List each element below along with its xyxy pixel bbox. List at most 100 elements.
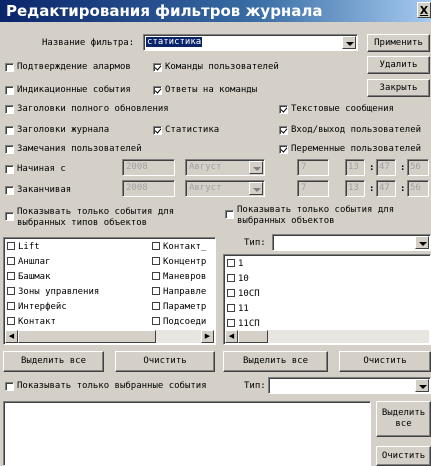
list-item[interactable]: Контакт_: [152, 241, 206, 253]
list-item[interactable]: Направле: [152, 286, 206, 298]
only-objects-label: Показывать только события для выбранных …: [237, 205, 395, 226]
start-minute-field[interactable]: 47: [376, 159, 396, 176]
full-update-headers-checkbox[interactable]: [5, 105, 14, 114]
list-item[interactable]: 10СП: [227, 288, 260, 300]
start-year-field[interactable]: 2008: [122, 159, 175, 176]
list-item[interactable]: Концентр: [152, 256, 206, 268]
user-commands-label: Команды пользователей: [165, 62, 279, 72]
user-commands-checkbox[interactable]: [153, 63, 162, 72]
start-hour-field[interactable]: 13: [345, 159, 365, 176]
variable-users-checkbox[interactable]: [279, 145, 288, 154]
horizontal-scrollbar[interactable]: ◀: [225, 330, 429, 343]
command-responses-checkbox[interactable]: [153, 86, 162, 95]
list-item[interactable]: Зоны управления: [7, 286, 99, 298]
checkbox-icon[interactable]: [152, 317, 160, 325]
end-month-value: Август: [189, 183, 222, 193]
clear-types-button[interactable]: Очистить: [115, 351, 215, 372]
chevron-down-icon[interactable]: [249, 161, 263, 174]
close-button[interactable]: Закрыть: [367, 79, 430, 97]
chevron-down-icon[interactable]: [249, 182, 263, 195]
full-update-headers-label: Заголовки полного обновления: [17, 104, 169, 114]
scroll-right-icon[interactable]: ▶: [201, 330, 214, 343]
objects-type-select[interactable]: [272, 234, 431, 251]
chevron-down-icon[interactable]: [415, 236, 429, 249]
time-separator: :: [400, 163, 406, 173]
list-item[interactable]: 11СП: [227, 318, 260, 330]
window-title: Редактирования фильтров журнала: [6, 2, 323, 20]
apply-button[interactable]: Применить: [367, 34, 430, 52]
checkbox-icon[interactable]: [152, 287, 160, 295]
only-types-checkbox[interactable]: [5, 212, 14, 221]
end-day-field[interactable]: 7: [297, 180, 329, 197]
close-window-button[interactable]: X: [417, 2, 431, 18]
scroll-thumb[interactable]: [238, 330, 268, 343]
end-month-select[interactable]: Август: [185, 180, 265, 197]
user-remarks-checkbox[interactable]: [5, 145, 14, 154]
checkbox-icon[interactable]: [7, 302, 15, 310]
journal-headers-checkbox[interactable]: [5, 126, 14, 135]
list-item[interactable]: Интерфейс: [7, 301, 67, 313]
checkbox-icon[interactable]: [7, 272, 15, 280]
select-all-objects-button[interactable]: Выделить все: [223, 351, 328, 372]
list-item[interactable]: 1: [227, 258, 243, 270]
scroll-left-icon[interactable]: ◀: [5, 330, 18, 343]
list-item[interactable]: 11: [227, 303, 249, 315]
checkbox-icon[interactable]: [227, 259, 235, 267]
horizontal-scrollbar[interactable]: ◀ ▶: [5, 330, 214, 343]
checkbox-icon[interactable]: [227, 274, 235, 282]
list-item[interactable]: Lift: [7, 241, 40, 253]
objects-list[interactable]: 1 10 10СП 11 11СП ◀: [223, 254, 431, 345]
only-selected-events-checkbox[interactable]: [5, 382, 14, 391]
select-all-types-button[interactable]: Выделить все: [3, 351, 104, 372]
checkbox-icon[interactable]: [227, 319, 235, 327]
text-messages-checkbox[interactable]: [279, 105, 288, 114]
checkbox-icon[interactable]: [7, 287, 15, 295]
list-item[interactable]: Подсоеди: [152, 316, 206, 328]
list-item[interactable]: Маневров: [152, 271, 206, 283]
end-minute-field[interactable]: 47: [376, 180, 396, 197]
start-second-field[interactable]: 56: [407, 159, 429, 176]
clear-events-button[interactable]: Очистить: [376, 446, 431, 466]
list-item[interactable]: Параметр: [152, 301, 206, 313]
list-item[interactable]: Аншлаг: [7, 256, 51, 268]
checkbox-icon[interactable]: [227, 304, 235, 312]
statistics-checkbox[interactable]: [153, 126, 162, 135]
only-objects-checkbox[interactable]: [225, 210, 234, 219]
checkbox-icon[interactable]: [152, 272, 160, 280]
events-type-label: Тип:: [244, 381, 266, 391]
events-type-select[interactable]: [268, 377, 431, 394]
list-item[interactable]: 10: [227, 273, 249, 285]
object-types-list[interactable]: Lift Контакт_ Аншлаг Концентр Башмак Ман…: [3, 237, 216, 345]
clear-objects-button[interactable]: Очистить: [339, 351, 431, 372]
alarm-confirm-label: Подтверждение алармов: [17, 62, 131, 72]
start-day-field[interactable]: 7: [297, 159, 329, 176]
indication-events-checkbox[interactable]: [5, 86, 14, 95]
user-login-checkbox[interactable]: [279, 126, 288, 135]
checkbox-icon[interactable]: [7, 242, 15, 250]
end-second-field[interactable]: 56: [407, 180, 429, 197]
list-item[interactable]: Башмак: [7, 271, 51, 283]
checkbox-icon[interactable]: [7, 257, 15, 265]
title-bar: Редактирования фильтров журнала X: [0, 0, 431, 22]
filter-name-combobox[interactable]: статистика: [143, 34, 358, 51]
select-all-events-button[interactable]: Выделить все: [376, 401, 431, 437]
user-login-label: Вход/выход пользователей: [291, 125, 422, 135]
checkbox-icon[interactable]: [152, 302, 160, 310]
chevron-down-icon[interactable]: [415, 379, 429, 392]
start-month-select[interactable]: Август: [185, 159, 265, 176]
end-date-checkbox[interactable]: [5, 186, 14, 195]
scroll-left-icon[interactable]: ◀: [225, 330, 238, 343]
delete-button[interactable]: Удалить: [367, 56, 430, 74]
scroll-thumb[interactable]: [18, 330, 156, 343]
end-hour-field[interactable]: 13: [345, 180, 365, 197]
alarm-confirm-checkbox[interactable]: [5, 63, 14, 72]
list-item[interactable]: Контакт: [7, 316, 56, 328]
checkbox-icon[interactable]: [152, 257, 160, 265]
chevron-down-icon[interactable]: [342, 36, 356, 49]
end-year-field[interactable]: 2008: [122, 180, 175, 197]
events-list[interactable]: [3, 401, 371, 466]
checkbox-icon[interactable]: [152, 242, 160, 250]
start-date-checkbox[interactable]: [5, 165, 14, 174]
checkbox-icon[interactable]: [227, 289, 235, 297]
checkbox-icon[interactable]: [7, 317, 15, 325]
